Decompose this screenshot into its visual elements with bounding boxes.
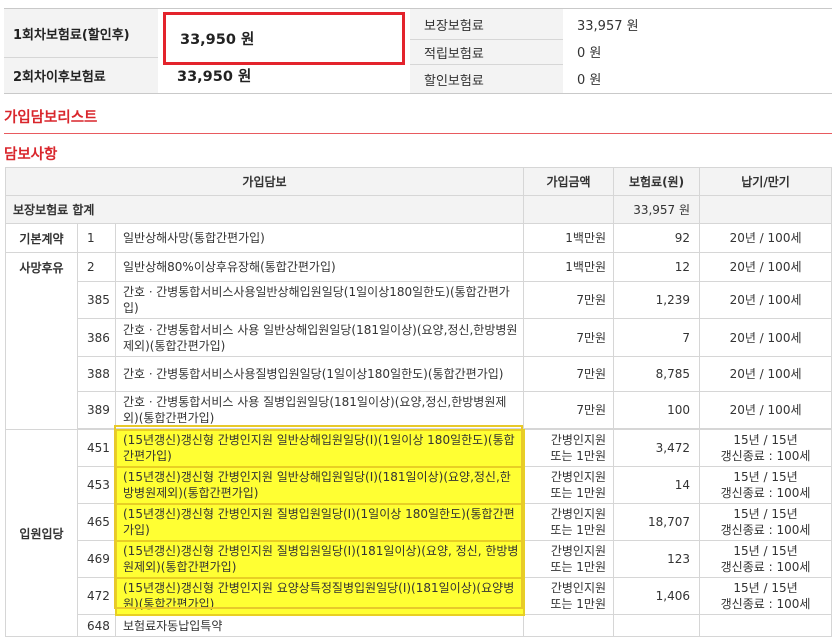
premium-summary: 1회차보험료(할인후) 33,950 원 2회차이후보험료 33,950 원 보… [4,8,832,94]
table-row: 기본계약 1 일반상해사망(통합간편가입) 1백만원 92 20년 / 100세 [5,223,833,253]
table-row: 648 보험료자동납입특약 [6,614,833,637]
later-premium-label: 2회차이후보험료 [4,57,158,93]
highlighted-coverage: (15년갱신)갱신형 간병인지원 질병입원일당(Ⅰ)(1일이상 180일한도)(… [114,502,525,542]
highlighted-coverage: (15년갱신)갱신형 간병인지원 일반상해입원일당(Ⅰ)(181일이상)(요양,… [114,465,525,505]
table-row: 465 (15년갱신)갱신형 간병인지원 질병입원일당(Ⅰ)(1일이상 180일… [6,502,833,542]
guarantee-premium-value: 33,957 원 [577,18,639,34]
table-row: 388 간호ㆍ간병통합서비스사용질병입원일당(1일이상180일한도)(통합간편가… [6,356,833,392]
total-value: 33,957 원 [613,195,701,224]
table-row: 469 (15년갱신)갱신형 간병인지원 질병입원일당(Ⅰ)(181일이상)(요… [6,539,833,579]
header-premium: 보험료(원) [613,167,701,196]
discount-premium-value: 0 원 [577,73,602,88]
table-row: 385 간호ㆍ간병통합서비스사용일반상해입원일당(1일이상180일한도)(통합간… [6,281,833,319]
table-row: 389 간호ㆍ간병통합서비스 사용 질병입원일당(181일이상)(요양,정신,한… [6,391,833,429]
first-premium-label: 1회차보험료(할인후) [4,9,158,57]
category-basic: 기본계약 [5,223,78,253]
header-term: 납기/만기 [699,167,833,196]
category-hospitalization: 입원입당 [5,429,78,637]
coverage-table: 가입담보 가입금액 보험료(원) 납기/만기 보장보험료 합계 33,957 원… [4,167,833,637]
total-row: 보장보험료 합계 33,957 원 [4,195,833,224]
first-premium-value: 33,950 원 [180,32,255,48]
header-coverage: 가입담보 [4,167,525,196]
table-header-row: 가입담보 가입금액 보험료(원) 납기/만기 [4,167,833,196]
total-label: 보장보험료 합계 [4,195,525,224]
table-row: 입원입당 451 (15년갱신)갱신형 간병인지원 일반상해입원일당(Ⅰ)(1일… [5,428,833,637]
coverage-list-title: 가입담보리스트 [4,110,98,126]
header-amount: 가입금액 [523,167,615,196]
saving-premium-value: 0 원 [577,46,602,61]
later-premium-value: 33,950 원 [177,68,252,85]
highlighted-coverage: (15년갱신)갱신형 간병인지원 일반상해입원일당(Ⅰ)(1일이상 180일한도… [114,428,525,468]
section-divider [4,133,832,134]
highlighted-coverage: (15년갱신)갱신형 간병인지원 요양상특정질병입원일당(Ⅰ)(181일이상)(… [114,576,525,616]
table-row: 386 간호ㆍ간병통합서비스 사용 일반상해입원일당(181일이상)(요양,정신… [6,318,833,357]
highlighted-coverage: (15년갱신)갱신형 간병인지원 질병입원일당(Ⅰ)(181일이상)(요양, 정… [114,539,525,579]
coverage-detail-title: 담보사항 [4,147,58,163]
table-row: 사망후유 2 일반상해80%이상후유장해(통합간편가입) 1백만원 12 20년… [5,252,833,430]
guarantee-premium-label: 보장보험료 [410,9,563,39]
saving-premium-label: 적립보험료 [410,39,563,64]
discount-premium-label: 할인보험료 [410,64,563,93]
category-death-disability: 사망후유 [5,252,78,430]
table-row: 453 (15년갱신)갱신형 간병인지원 일반상해입원일당(Ⅰ)(181일이상)… [6,465,833,505]
table-row: 472 (15년갱신)갱신형 간병인지원 요양상특정질병입원일당(Ⅰ)(181일… [6,576,833,616]
